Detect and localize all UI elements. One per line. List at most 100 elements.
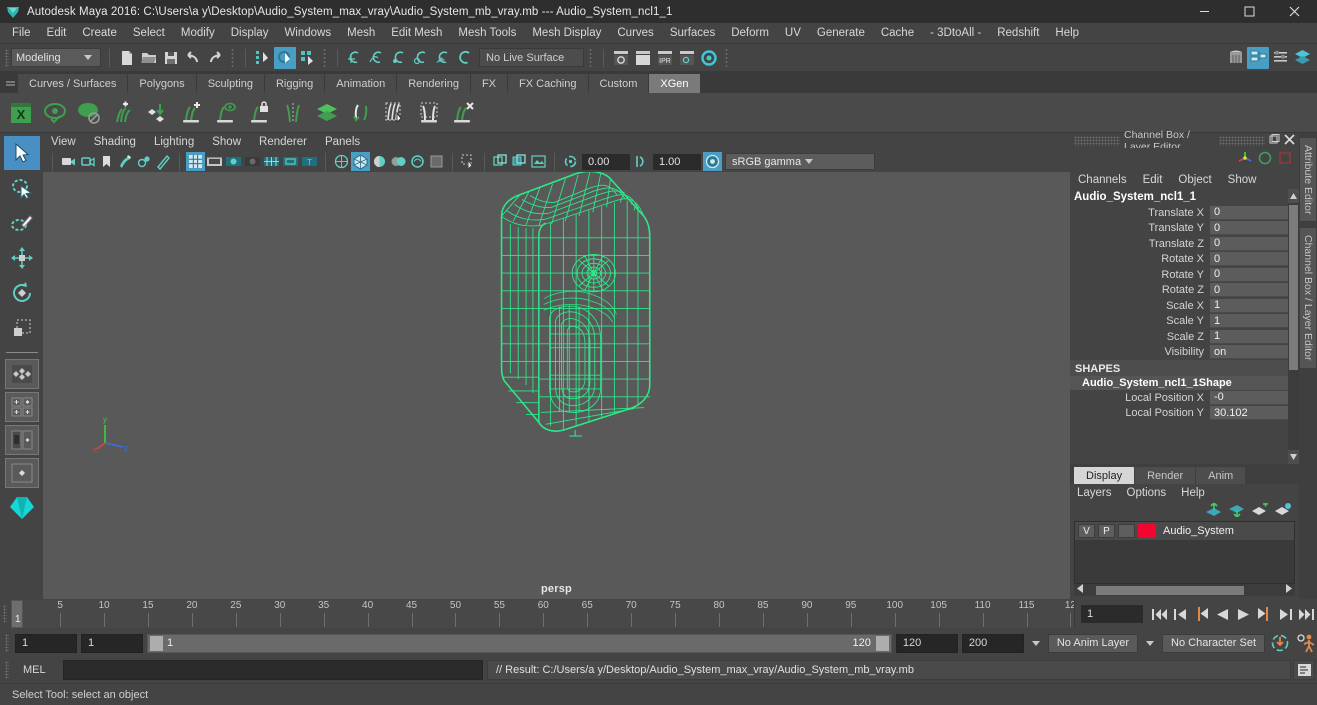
wireframe-shaded-icon[interactable] — [332, 152, 351, 171]
character-set-dropdown[interactable]: No Character Set — [1162, 633, 1265, 653]
single-pane-layout-button[interactable] — [4, 359, 39, 389]
hscroll-thumb[interactable] — [1096, 585, 1244, 595]
grease-pencil-icon[interactable] — [154, 152, 173, 171]
shelf-tab-rigging[interactable]: Rigging — [264, 74, 326, 93]
select-by-hierarchy-icon[interactable] — [252, 47, 274, 69]
menu-surfaces[interactable]: Surfaces — [662, 24, 723, 43]
xgen-convert-guide-icon[interactable] — [344, 96, 377, 129]
menu-edit-mesh[interactable]: Edit Mesh — [383, 24, 450, 43]
channel-row[interactable]: Scale X 1 — [1070, 298, 1299, 314]
shelf-tab-xgen[interactable]: XGen — [649, 74, 701, 93]
film-gate-icon[interactable] — [205, 152, 224, 171]
select-by-object-icon[interactable] — [274, 46, 296, 69]
layer-color-swatch[interactable] — [1138, 524, 1156, 538]
channel-value[interactable]: 0 — [1210, 283, 1288, 298]
rotate-manipulator-icon[interactable] — [1257, 150, 1273, 169]
select-tool-button[interactable] — [3, 136, 40, 170]
range-left-handle[interactable] — [150, 635, 163, 651]
go-to-end-icon[interactable] — [1296, 603, 1317, 625]
layer-menu-help[interactable]: Help — [1181, 487, 1205, 499]
channel-box-attribute-list[interactable]: Audio_System_ncl1_1 Translate X 0 Transl… — [1070, 189, 1299, 464]
command-input-field[interactable] — [63, 660, 483, 680]
new-layer-from-selected-icon[interactable] — [1274, 502, 1291, 520]
viewport-3d-canvas[interactable]: y z x persp — [43, 172, 1070, 599]
channel-menu-channels[interactable]: Channels — [1078, 174, 1127, 186]
channel-menu-object[interactable]: Object — [1178, 174, 1211, 186]
viewport-menu-view[interactable]: View — [51, 136, 85, 148]
outliner-icon[interactable] — [1225, 47, 1247, 69]
channel-value[interactable]: 0 — [1210, 205, 1288, 220]
xray-icon[interactable] — [491, 152, 510, 171]
step-forward-keyframe-icon[interactable] — [1275, 603, 1296, 625]
isolate-select-icon[interactable] — [459, 152, 478, 171]
field-chart-icon[interactable] — [262, 152, 281, 171]
layer-name[interactable]: Audio_System — [1159, 525, 1234, 537]
menu-file[interactable]: File — [4, 24, 39, 43]
xgen-groom-region-icon[interactable] — [412, 96, 445, 129]
layer-row[interactable]: V P Audio_System — [1075, 522, 1294, 540]
time-slider-track[interactable]: 1 5 10 15 20 25 30 35 40 45 50 55 60 65 70 75 80 85 90 95 1… — [11, 600, 1075, 628]
move-tool-button[interactable] — [4, 241, 40, 275]
menu-help[interactable]: Help — [1047, 24, 1087, 43]
channel-value[interactable]: 1 — [1210, 329, 1288, 344]
viewport-menu-panels[interactable]: Panels — [325, 136, 369, 148]
minimize-button[interactable] — [1182, 0, 1227, 23]
range-slider-bar[interactable]: 1 120 — [147, 633, 892, 653]
channel-value[interactable]: 1 — [1210, 314, 1288, 329]
statusline-grip[interactable] — [2, 47, 11, 69]
smooth-shade-all-icon[interactable] — [351, 152, 370, 171]
scale-manipulator-icon[interactable] — [1277, 150, 1293, 169]
rotate-tool-button[interactable] — [4, 276, 40, 310]
menu-3dtoall[interactable]: - 3DtoAll - — [922, 24, 989, 43]
channel-value[interactable]: 0 — [1210, 221, 1288, 236]
animation-end-time-field[interactable]: 200 — [961, 633, 1024, 653]
step-back-keyframe-icon[interactable] — [1170, 603, 1191, 625]
wireframe-on-shaded-icon[interactable] — [389, 152, 408, 171]
menu-generate[interactable]: Generate — [809, 24, 873, 43]
camera-attributes-icon[interactable] — [78, 152, 97, 171]
viewport-menu-show[interactable]: Show — [212, 136, 250, 148]
animation-start-time-field[interactable]: 1 — [15, 633, 77, 653]
play-forwards-icon[interactable] — [1233, 603, 1254, 625]
gamma-icon[interactable] — [632, 152, 651, 171]
gate-mask-icon[interactable] — [243, 152, 262, 171]
menu-modify[interactable]: Modify — [173, 24, 223, 43]
new-scene-icon[interactable] — [116, 47, 138, 69]
xgen-guide-visibility-icon[interactable] — [208, 96, 241, 129]
close-button[interactable] — [1272, 0, 1317, 23]
current-frame-field[interactable]: 1 — [1081, 605, 1143, 623]
play-backwards-icon[interactable] — [1212, 603, 1233, 625]
xgen-disable-preview-icon[interactable] — [72, 96, 105, 129]
xgen-import-collection-icon[interactable] — [140, 96, 173, 129]
channel-row[interactable]: Rotate Y 0 — [1070, 267, 1299, 283]
layer-visibility-toggle[interactable]: V — [1078, 524, 1095, 538]
undock-icon[interactable] — [1269, 133, 1280, 148]
safe-title-icon[interactable]: T — [300, 152, 319, 171]
channel-value[interactable]: 0 — [1210, 252, 1288, 267]
save-scene-icon[interactable] — [160, 47, 182, 69]
persp-outliner-layout-button[interactable] — [4, 458, 39, 488]
xray-active-components-icon[interactable] — [529, 152, 548, 171]
select-by-component-icon[interactable] — [296, 47, 318, 69]
xgen-delete-guide-icon[interactable] — [446, 96, 479, 129]
channel-value[interactable]: 0 — [1210, 236, 1288, 251]
two-pane-layout-button[interactable] — [4, 425, 39, 455]
channel-value[interactable]: 30.102 — [1210, 406, 1288, 421]
hypershade-layout-button[interactable] — [4, 491, 40, 525]
scroll-left-icon[interactable] — [1077, 584, 1084, 596]
xgen-layers-icon[interactable] — [310, 96, 343, 129]
menu-mesh-tools[interactable]: Mesh Tools — [450, 24, 524, 43]
xgen-preview-icon[interactable] — [38, 96, 71, 129]
shelf-tab-sculpting[interactable]: Sculpting — [196, 74, 265, 93]
render-sequence-icon[interactable] — [632, 47, 654, 69]
channel-value[interactable]: 1 — [1210, 298, 1288, 313]
node-editor-icon[interactable] — [1247, 46, 1269, 69]
attribute-editor-icon[interactable] — [1269, 47, 1291, 69]
channel-row[interactable]: Translate Z 0 — [1070, 236, 1299, 252]
anim-layer-dropdown[interactable]: No Anim Layer — [1047, 633, 1139, 653]
script-editor-icon[interactable] — [1293, 660, 1315, 680]
tab-anim[interactable]: Anim — [1196, 467, 1246, 484]
shelf-tab-custom[interactable]: Custom — [588, 74, 650, 93]
grid-toggle-icon[interactable] — [186, 152, 205, 171]
xgen-lock-guide-icon[interactable] — [242, 96, 275, 129]
